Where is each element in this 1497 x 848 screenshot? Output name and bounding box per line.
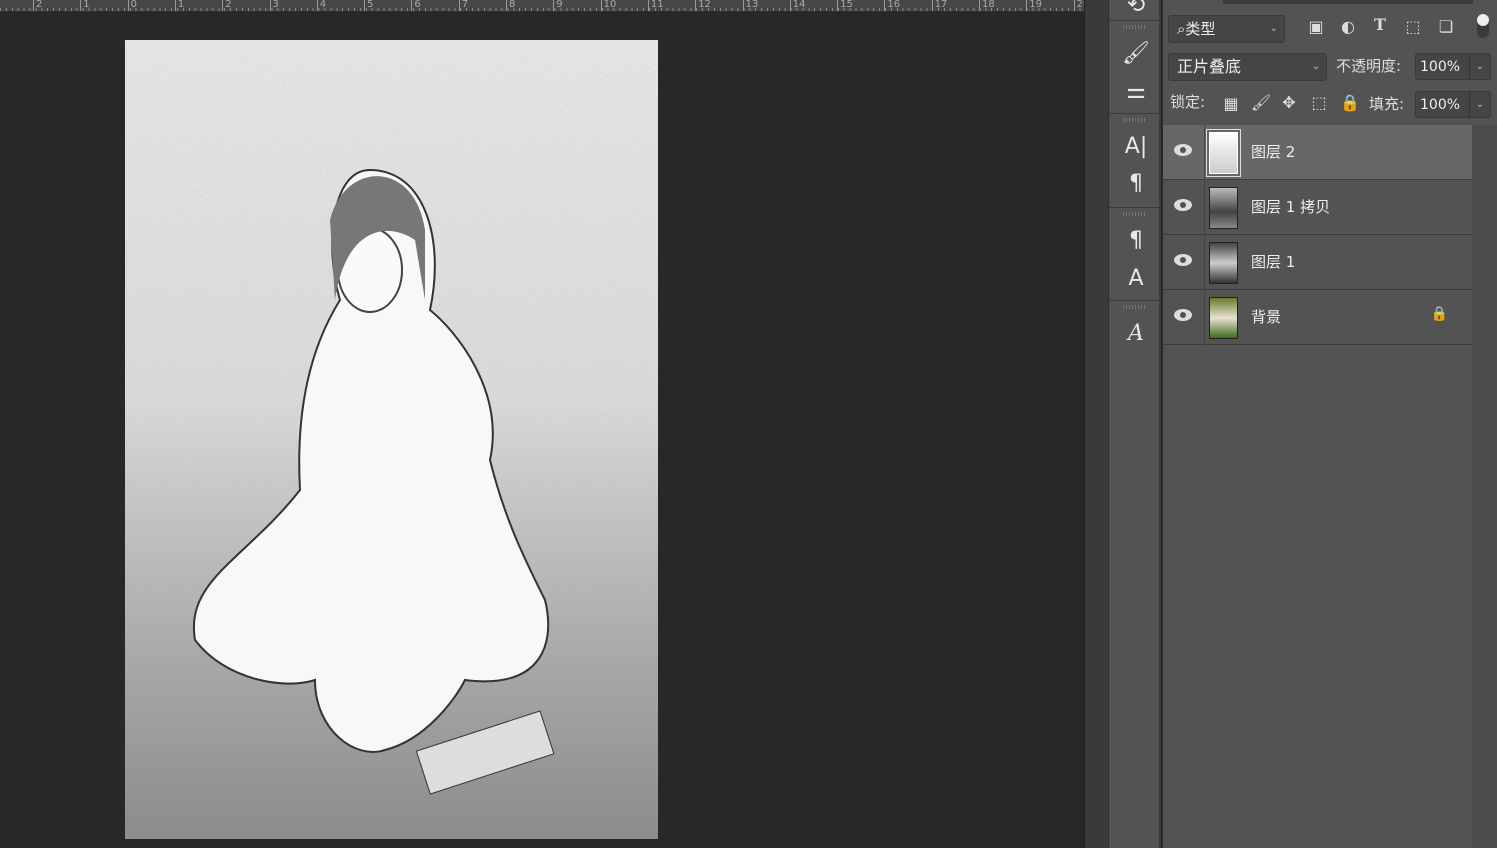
ruler-label: 6 (411, 0, 421, 11)
eye-icon[interactable] (1173, 143, 1193, 157)
eye-icon[interactable] (1173, 253, 1193, 267)
ruler-label: 2 (222, 0, 232, 11)
opacity-input[interactable]: 100% ⌄ (1415, 53, 1491, 80)
layer-name: 图层 2 (1251, 143, 1296, 161)
ruler-label: 13 (742, 0, 758, 11)
blend-mode-select[interactable]: 正片叠底 ⌄ (1168, 53, 1327, 81)
sketch-image (125, 40, 658, 839)
adjustments-icon[interactable]: ⚌ (1121, 78, 1151, 106)
ruler-label: 5 (364, 0, 373, 11)
lock-artboard-icon[interactable]: ⬚ (1308, 93, 1330, 112)
layer-name: 图层 1 拷贝 (1251, 198, 1331, 216)
chevron-down-icon[interactable]: ⌄ (1468, 54, 1484, 80)
filter-toggle[interactable] (1477, 14, 1489, 38)
history-brush-icon[interactable]: ⟲ (1121, 0, 1151, 20)
layers-panel: ⌕类型 ⌄ ▣ ◐ T ⬚ ❏ 正片叠底 ⌄ 不透明度: 100% ⌄ 锁定: ▦ 🖌… (1163, 0, 1497, 848)
ruler-label: 16 (884, 0, 900, 11)
ruler-label: 18 (979, 0, 995, 11)
lock-position-icon[interactable]: ✥ (1278, 93, 1300, 112)
adjustment-filter-icon[interactable]: ◐ (1337, 17, 1359, 36)
ruler-label: 14 (789, 0, 806, 11)
ruler-label: 1 (80, 0, 90, 11)
chevron-down-icon: ⌄ (1269, 23, 1278, 34)
smart-object-filter-icon[interactable]: ❏ (1435, 17, 1457, 36)
layer-row[interactable]: 图层 1 (1163, 235, 1472, 290)
eye-icon[interactable] (1173, 308, 1193, 322)
layer-thumbnail (1206, 129, 1241, 177)
ruler-label: 9 (553, 0, 563, 11)
type-filter-icon[interactable]: T (1369, 15, 1391, 34)
horizontal-ruler[interactable]: 2 1 0 1 2 3 4 5 6 7 8 9 10 11 12 13 14 15 16 17 18 19 20 (0, 0, 1089, 12)
layer-name: 图层 1 (1251, 253, 1296, 271)
panel-scrollbar[interactable] (1472, 125, 1497, 848)
opacity-label: 不透明度: (1336, 57, 1402, 75)
ruler-label: 8 (506, 0, 515, 11)
layer-row[interactable]: 背景 🔒 (1163, 290, 1472, 345)
panel-divider (1084, 0, 1108, 848)
ruler-label: 11 (647, 0, 664, 11)
ruler-label: 10 (600, 0, 616, 11)
ruler-label: 12 (695, 0, 711, 11)
ruler-label: 2 (33, 0, 42, 11)
paragraph-icon[interactable]: ¶ (1121, 170, 1151, 198)
shape-filter-icon[interactable]: ⬚ (1402, 17, 1424, 36)
layer-name: 背景 (1251, 308, 1282, 326)
ruler-label: 1 (174, 0, 184, 11)
layers-list: 图层 2 图层 1 拷贝 图层 1 背景 🔒 (1163, 125, 1472, 345)
lock-transparent-pixels-icon[interactable]: ▦ (1220, 94, 1242, 113)
character-styles-icon[interactable]: A (1121, 265, 1151, 293)
layer-thumbnail (1209, 242, 1238, 284)
layer-row[interactable]: 图层 1 拷贝 (1163, 180, 1472, 235)
paragraph-styles-icon[interactable]: ¶ (1121, 227, 1151, 255)
ruler-label: 3 (269, 0, 279, 11)
fill-input[interactable]: 100% ⌄ (1415, 91, 1491, 118)
ruler-label: 0 (127, 0, 137, 11)
glyphs-icon[interactable]: A (1121, 320, 1151, 348)
lock-image-pixels-icon[interactable]: 🖌 (1250, 93, 1272, 112)
ruler-label: 7 (458, 0, 468, 11)
panel-dock: ⟲ 🖌 ⚌ A| ¶ ¶ A A (1108, 0, 1161, 848)
layer-thumbnail (1209, 297, 1238, 339)
layer-row[interactable]: 图层 2 (1163, 125, 1472, 180)
ruler-label: 17 (931, 0, 947, 11)
filter-kind-select[interactable]: ⌕类型 ⌄ (1168, 15, 1285, 43)
eye-icon[interactable] (1173, 198, 1193, 212)
character-icon[interactable]: A| (1121, 133, 1151, 161)
chevron-down-icon[interactable]: ⌄ (1468, 92, 1484, 118)
fill-label: 填充: (1369, 95, 1405, 113)
pixel-filter-icon[interactable]: ▣ (1305, 17, 1327, 36)
lock-label: 锁定: (1170, 93, 1206, 111)
layer-thumbnail (1209, 187, 1238, 229)
ruler-label: 4 (316, 0, 326, 11)
lock-icon: 🔒 (1430, 306, 1448, 322)
lock-all-icon[interactable]: 🔒 (1339, 93, 1361, 112)
ruler-label: 19 (1026, 0, 1042, 11)
ruler-label: 15 (837, 0, 853, 11)
brush-settings-icon[interactable]: 🖌 (1121, 40, 1151, 68)
chevron-down-icon: ⌄ (1311, 61, 1320, 72)
